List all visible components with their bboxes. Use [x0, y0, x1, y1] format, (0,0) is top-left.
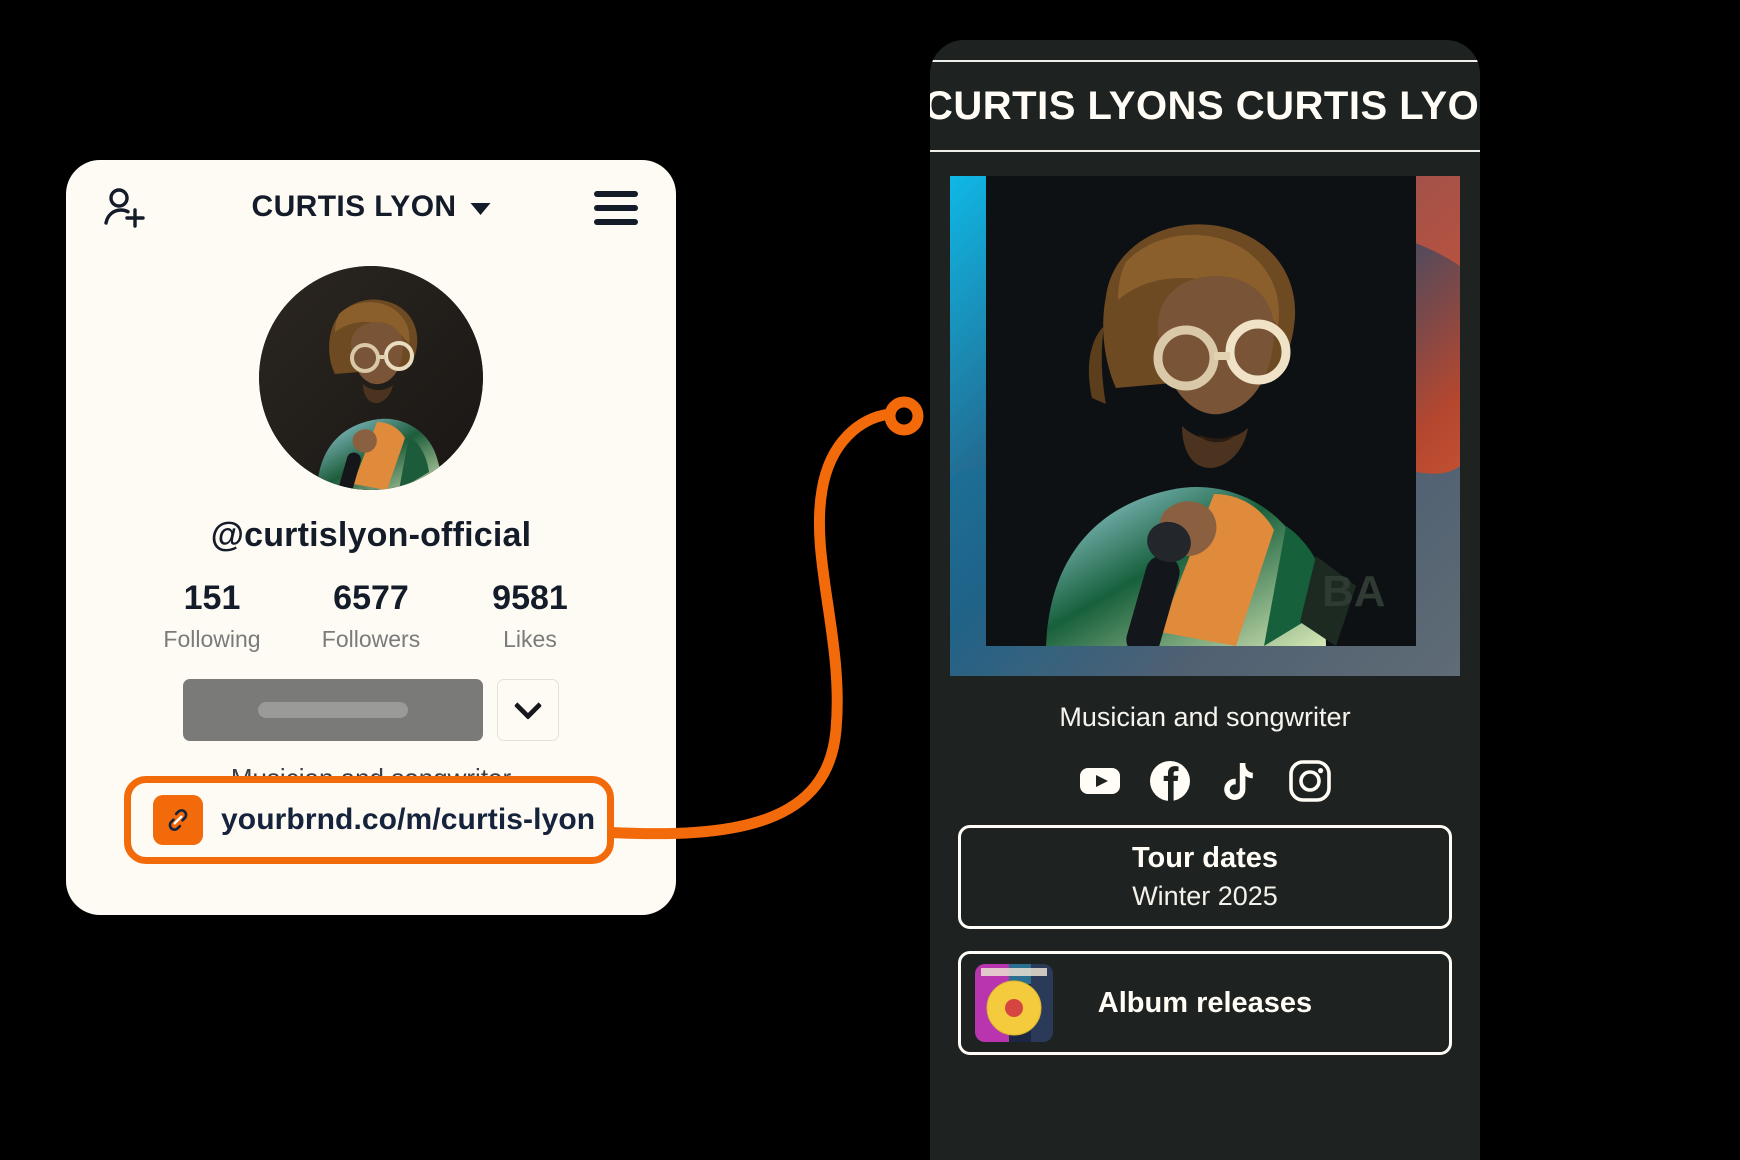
follow-button-placeholder-bar — [258, 702, 408, 718]
link-chain-icon — [153, 795, 203, 845]
social-links — [930, 759, 1480, 803]
profile-link-row[interactable]: yourbrnd.co/m/curtis-lyon — [124, 776, 614, 864]
link-button-subtitle: Winter 2025 — [1132, 881, 1278, 911]
stat-followers[interactable]: 6577 Followers — [311, 579, 431, 653]
connector-arrow — [585, 396, 924, 841]
link-button-title: Tour dates — [1131, 842, 1279, 874]
profile-title-group[interactable]: CURTIS LYON — [252, 190, 491, 224]
stat-label: Following — [163, 626, 261, 652]
hamburger-menu-icon[interactable] — [594, 191, 638, 225]
stat-value: 6577 — [333, 579, 409, 617]
profile-topbar: CURTIS LYON — [66, 160, 676, 256]
marquee-text: CURTIS LYONS CURTIS LYONS CURTIS LYONS — [930, 83, 1480, 128]
svg-text:BA: BA — [1322, 567, 1386, 616]
youtube-icon[interactable] — [1078, 759, 1122, 803]
album-thumbnail — [975, 964, 1053, 1042]
facebook-icon[interactable] — [1148, 759, 1192, 803]
hero-subject: BA — [986, 176, 1416, 646]
tiktok-icon[interactable] — [1218, 759, 1262, 803]
hero-image: BA — [950, 176, 1460, 676]
screenshot-root: CURTIS LYON @curtislyon-official 151 Fol… — [0, 0, 1740, 1160]
stat-following[interactable]: 151 Following — [152, 579, 272, 653]
avatar[interactable] — [259, 266, 483, 490]
stat-label: Followers — [321, 626, 421, 652]
page-title: CURTIS LYON — [251, 190, 457, 223]
preview-bio: Musician and songwriter — [1059, 702, 1351, 732]
follow-more-button[interactable] — [497, 679, 559, 741]
chevron-down-icon — [513, 691, 543, 720]
stat-value: 151 — [183, 579, 241, 617]
mobile-preview: CURTIS LYONS CURTIS LYONS CURTIS LYONS — [930, 40, 1480, 1160]
link-button-tour-dates[interactable]: Tour dates Winter 2025 — [958, 825, 1452, 929]
instagram-icon[interactable] — [1288, 759, 1332, 803]
link-button-title: Album releases — [1097, 986, 1313, 1019]
profile-link-url: yourbrnd.co/m/curtis-lyon — [221, 803, 596, 836]
follow-button[interactable] — [183, 679, 483, 741]
marquee-banner: CURTIS LYONS CURTIS LYONS CURTIS LYONS — [930, 60, 1480, 152]
add-user-icon[interactable] — [102, 185, 148, 231]
chevron-down-icon[interactable] — [470, 203, 491, 215]
link-button-album-releases[interactable]: Album releases — [958, 951, 1452, 1055]
